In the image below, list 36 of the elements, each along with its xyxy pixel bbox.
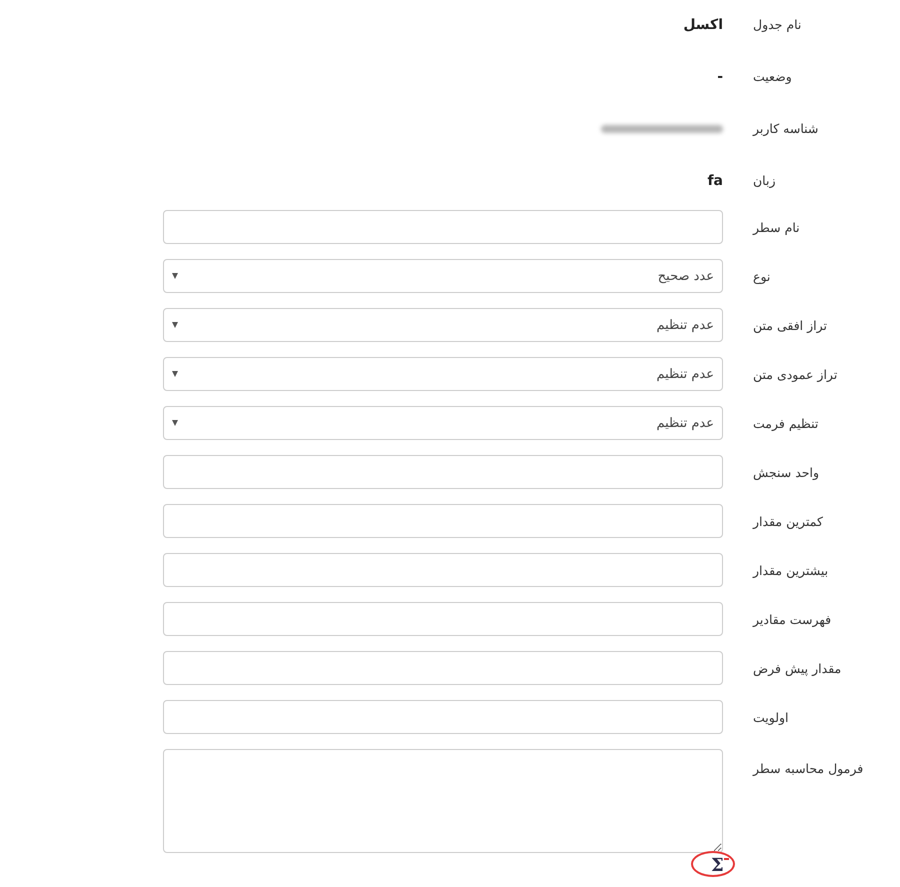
field-label: بیشترین مقدار (753, 562, 830, 578)
field-label: فهرست مقادیر (753, 612, 832, 626)
text-field[interactable] (163, 210, 723, 244)
field-label: واحد سنجش (753, 464, 820, 480)
field-label: کمترین مقدار (753, 514, 824, 528)
field-value: fa (707, 172, 723, 188)
dropdown[interactable]: عدم تنظیم (163, 308, 723, 342)
field-label: نام جدول (753, 17, 802, 32)
caret-icon (172, 322, 178, 328)
text-field[interactable] (163, 602, 723, 636)
text-field[interactable] (163, 553, 723, 587)
dropdown[interactable]: عدم تنظیم (163, 357, 723, 391)
field-label: زبان (753, 173, 777, 188)
field-value: - (717, 68, 723, 84)
text-field[interactable] (163, 455, 723, 489)
field-value: اکسل (683, 16, 723, 32)
field-label: وضعیت (753, 69, 793, 84)
field-label: اولویت (753, 710, 790, 724)
caret-icon (172, 273, 178, 279)
formula-button[interactable]: Σ (708, 855, 727, 877)
field-label: نام سطر (753, 220, 801, 234)
text-field[interactable] (163, 651, 723, 685)
text-field[interactable] (163, 700, 723, 734)
text-field[interactable] (163, 504, 723, 538)
field-label: فرمول محاسبه سطر (753, 760, 864, 776)
field-label: نوع (753, 268, 772, 284)
field-label: شناسه کاربر (753, 121, 820, 136)
dropdown[interactable]: عدم تنظیم (163, 406, 723, 440)
text-area[interactable] (163, 749, 723, 853)
caret-icon (172, 371, 178, 377)
caret-icon (172, 420, 178, 426)
field-label: تنظیم فرمت (753, 416, 820, 430)
field-label: مقدار پیش فرض (753, 660, 842, 676)
field-label: تراز افقی متن (753, 318, 828, 332)
field-label: تراز عمودی متن (753, 366, 838, 382)
dropdown[interactable]: عدد صحیح (163, 259, 723, 293)
